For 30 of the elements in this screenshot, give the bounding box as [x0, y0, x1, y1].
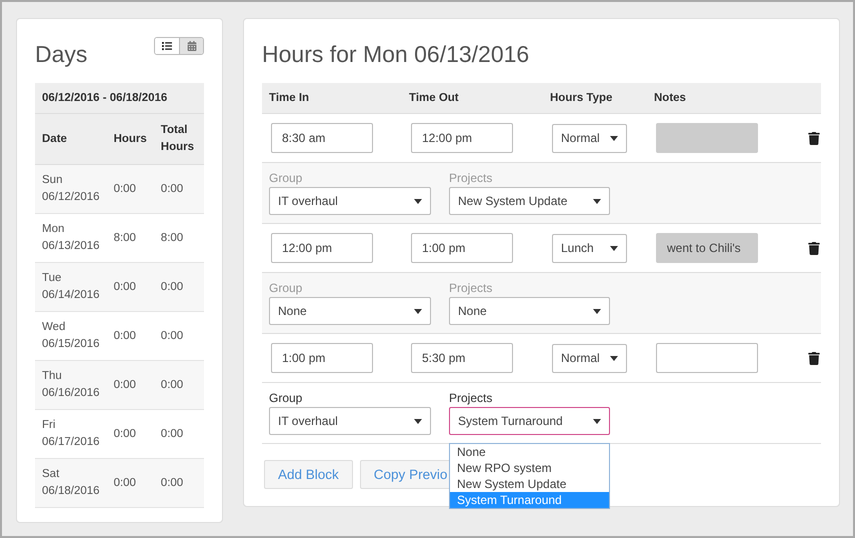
- hours-cell: 0:00: [106, 164, 154, 214]
- panel-title: Hours for Mon 06/13/2016: [262, 41, 530, 68]
- hours-cell: 0:00: [106, 312, 154, 360]
- column-header: Hours Type: [550, 92, 614, 104]
- field-label: Projects: [449, 281, 494, 295]
- total-hours-cell: 8:00: [154, 214, 204, 262]
- panel-title: Days: [35, 41, 88, 68]
- total-hours-cell: 0:00: [154, 410, 204, 458]
- column-header: Time Out: [409, 92, 460, 104]
- total-hours-cell: 0:00: [154, 262, 204, 312]
- hours-cell: 0:00: [106, 410, 154, 458]
- total-hours-cell: 0:00: [154, 312, 204, 360]
- hours-cell: 0:00: [106, 458, 154, 508]
- column-header: Total Hours: [154, 114, 204, 164]
- column-header: Date: [35, 114, 107, 164]
- field-label: Group: [269, 391, 304, 405]
- column-header: Time In: [269, 92, 310, 104]
- column-header: Notes: [654, 92, 687, 104]
- total-hours-cell: 0:00: [154, 458, 204, 508]
- field-label: Group: [269, 281, 304, 295]
- total-hours-cell: 0:00: [154, 360, 204, 410]
- field-label: Group: [269, 171, 304, 185]
- total-hours-cell: 0:00: [154, 164, 204, 214]
- hours-cell: 0:00: [106, 360, 154, 410]
- date-range-header: 06/12/2016 - 06/18/2016: [35, 83, 204, 114]
- field-label: Projects: [449, 171, 494, 185]
- field-label: Projects: [449, 391, 494, 405]
- hours-cell: 0:00: [106, 262, 154, 312]
- column-header: Hours: [106, 114, 154, 164]
- hours-cell: 8:00: [106, 214, 154, 262]
